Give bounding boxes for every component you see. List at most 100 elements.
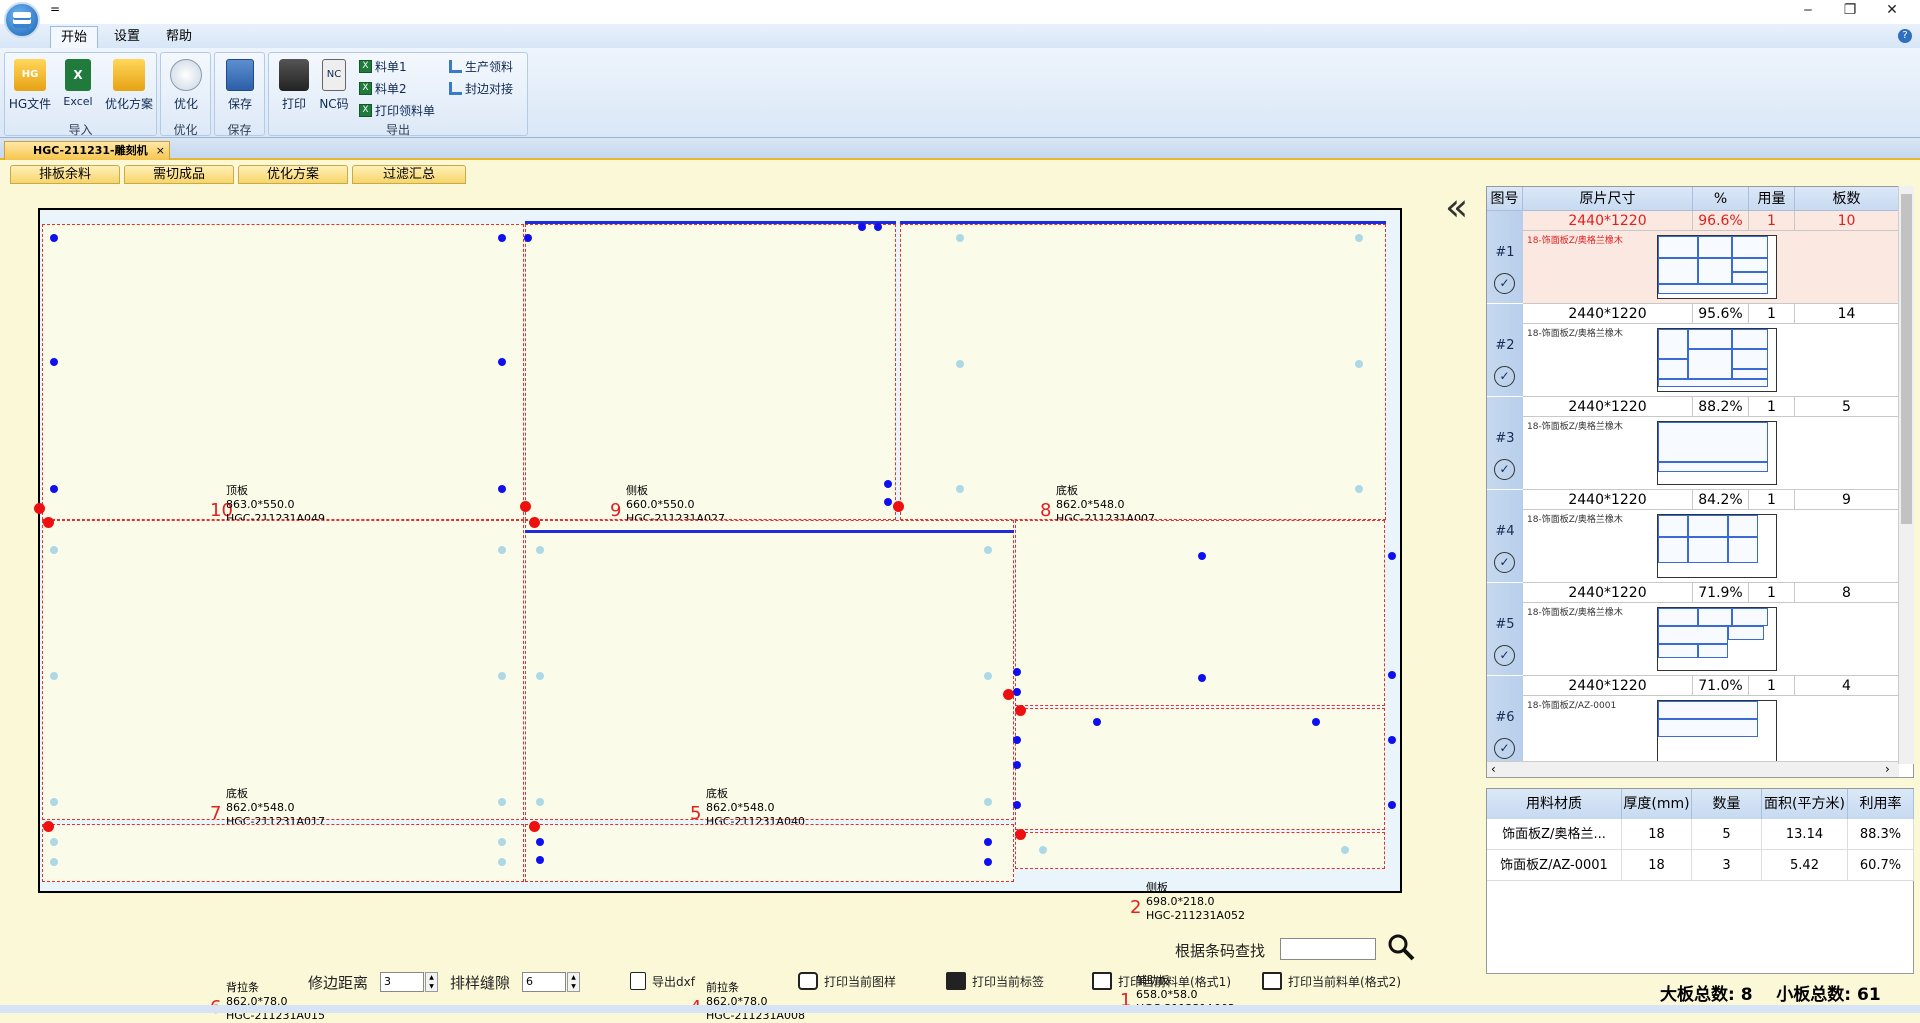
sheet-count-cell[interactable]: 14 xyxy=(1795,304,1899,324)
tab-start[interactable]: 开始 xyxy=(50,26,98,48)
scroll-left-icon[interactable]: ‹ xyxy=(1491,762,1496,776)
sheet-detail-row[interactable]: 18-饰面板Z/奥格兰橡木 xyxy=(1523,231,1899,304)
tab-plan[interactable]: 优化方案 xyxy=(238,165,348,184)
sheet-detail-row[interactable]: 18-饰面板Z/奥格兰橡木 xyxy=(1523,603,1899,676)
row-id-cell[interactable]: #2 ✓ xyxy=(1487,304,1523,397)
board-piece[interactable] xyxy=(525,520,1014,820)
plan-button[interactable]: 优化方案 xyxy=(101,57,157,117)
sheet-use-cell[interactable]: 1 xyxy=(1749,676,1795,696)
sheet-size-cell[interactable]: 2440*1220 xyxy=(1523,583,1693,603)
board-piece[interactable] xyxy=(42,520,524,820)
print-label-button[interactable]: 打印当前标签 xyxy=(946,972,1044,990)
check-circle-icon[interactable]: ✓ xyxy=(1494,366,1515,387)
horizontal-scrollbar[interactable]: ‹ › xyxy=(1487,761,1899,777)
sheet-thumbnail[interactable] xyxy=(1657,421,1777,485)
sheet-pct-cell[interactable]: 84.2% xyxy=(1693,490,1749,510)
board-piece[interactable] xyxy=(900,224,1386,520)
row-id-cell[interactable]: #1 ✓ xyxy=(1487,211,1523,304)
vertical-scrollbar[interactable] xyxy=(1898,186,1914,764)
col-header-count[interactable]: 板数 xyxy=(1795,187,1899,211)
board-piece[interactable] xyxy=(525,824,1014,882)
export-dxf-button[interactable]: 导出dxf xyxy=(630,972,695,990)
barcode-search-input[interactable] xyxy=(1280,938,1376,960)
sheet-count-cell[interactable]: 10 xyxy=(1795,211,1899,231)
print-list1-button[interactable]: 打印当前料单(格式1) xyxy=(1092,972,1231,990)
sheet-thumbnail[interactable] xyxy=(1657,514,1777,578)
close-tab-icon[interactable]: × xyxy=(156,142,165,160)
document-tab[interactable]: HGC-211231-雕刻机 × xyxy=(4,141,170,160)
prod-pick-button[interactable]: 生产领料 xyxy=(449,57,513,75)
save-button[interactable]: 保存 xyxy=(218,57,262,117)
scroll-thumb[interactable] xyxy=(1901,194,1912,524)
sheet-thumbnail[interactable] xyxy=(1657,235,1777,299)
sheet-pct-cell[interactable]: 71.9% xyxy=(1693,583,1749,603)
print-button[interactable]: 打印 xyxy=(272,57,316,117)
col-header-id[interactable]: 图号 xyxy=(1487,187,1523,211)
scroll-right-icon[interactable]: › xyxy=(1885,762,1890,776)
print-drawing-button[interactable]: 打印当前图样 xyxy=(798,972,896,990)
sheet-use-cell[interactable]: 1 xyxy=(1749,397,1795,417)
sheet-thumbnail[interactable] xyxy=(1657,328,1777,392)
board-piece[interactable] xyxy=(525,224,896,520)
collapse-panel-icon[interactable]: « xyxy=(1445,188,1469,226)
board-piece[interactable] xyxy=(1015,708,1385,830)
print-list2-button[interactable]: 打印当前料单(格式2) xyxy=(1262,972,1401,990)
sheet-detail-row[interactable]: 18-饰面板Z/奥格兰橡木 xyxy=(1523,417,1899,490)
trim-spin-buttons[interactable]: ▲ ▼ xyxy=(425,972,438,992)
search-icon[interactable] xyxy=(1386,932,1416,962)
check-circle-icon[interactable]: ✓ xyxy=(1494,645,1515,666)
sheet-count-cell[interactable]: 5 xyxy=(1795,397,1899,417)
sheet-pct-cell[interactable]: 71.0% xyxy=(1693,676,1749,696)
print-pick-button[interactable]: X 打印领料单 xyxy=(359,101,435,119)
board-piece[interactable] xyxy=(42,224,524,520)
tab-cut-products[interactable]: 需切成品 xyxy=(124,165,234,184)
col-header-percent[interactable]: % xyxy=(1693,187,1749,211)
list2-button[interactable]: X 料单2 xyxy=(359,79,407,97)
optimize-button[interactable]: 优化 xyxy=(164,57,208,117)
close-window-button[interactable]: ✕ xyxy=(1872,0,1912,22)
sheet-count-cell[interactable]: 9 xyxy=(1795,490,1899,510)
sheet-thumbnail[interactable] xyxy=(1657,607,1777,671)
col-header-size[interactable]: 原片尺寸 xyxy=(1523,187,1693,211)
hg-file-button[interactable]: HG HG文件 xyxy=(8,57,52,117)
restore-button[interactable]: ❐ xyxy=(1830,0,1870,22)
check-circle-icon[interactable]: ✓ xyxy=(1494,459,1515,480)
edge-join-button[interactable]: 封边对接 xyxy=(449,79,513,97)
sheet-detail-row[interactable]: 18-饰面板Z/奥格兰橡木 xyxy=(1523,510,1899,583)
sheet-detail-row[interactable]: 18-饰面板Z/AZ-0001 xyxy=(1523,696,1899,769)
help-icon[interactable]: ? xyxy=(1898,29,1912,43)
sheet-detail-row[interactable]: 18-饰面板Z/奥格兰橡木 xyxy=(1523,324,1899,397)
gap-spin-buttons[interactable]: ▲ ▼ xyxy=(567,972,580,992)
sheet-use-cell[interactable]: 1 xyxy=(1749,583,1795,603)
trim-distance-input[interactable]: 3 xyxy=(380,972,424,992)
nc-button[interactable]: NC NC码 xyxy=(315,57,353,117)
tab-settings[interactable]: 设置 xyxy=(104,26,150,48)
row-id-cell[interactable]: #5 ✓ xyxy=(1487,583,1523,676)
board-piece[interactable] xyxy=(1015,832,1385,869)
quick-access-icon[interactable]: = xyxy=(50,2,60,16)
sheet-count-cell[interactable]: 8 xyxy=(1795,583,1899,603)
row-id-cell[interactable]: #3 ✓ xyxy=(1487,397,1523,490)
excel-button[interactable]: X Excel xyxy=(58,57,98,117)
col-header-usage[interactable]: 用量 xyxy=(1749,187,1795,211)
check-circle-icon[interactable]: ✓ xyxy=(1494,552,1515,573)
list1-button[interactable]: X 料单1 xyxy=(359,57,407,75)
sheet-pct-cell[interactable]: 95.6% xyxy=(1693,304,1749,324)
sheet-thumbnail[interactable] xyxy=(1657,700,1777,764)
check-circle-icon[interactable]: ✓ xyxy=(1494,273,1515,294)
tab-help[interactable]: 帮助 xyxy=(156,26,202,48)
sheet-size-cell[interactable]: 2440*1220 xyxy=(1523,304,1693,324)
check-circle-icon[interactable]: ✓ xyxy=(1494,738,1515,759)
tab-remnant[interactable]: 排板余料 xyxy=(10,165,120,184)
row-id-cell[interactable]: #6 ✓ xyxy=(1487,676,1523,769)
sheet-size-cell[interactable]: 2440*1220 xyxy=(1523,676,1693,696)
board-piece[interactable] xyxy=(42,824,524,882)
sheet-use-cell[interactable]: 1 xyxy=(1749,490,1795,510)
sheet-size-cell[interactable]: 2440*1220 xyxy=(1523,397,1693,417)
sheet-size-cell[interactable]: 2440*1220 xyxy=(1523,211,1693,231)
sheet-use-cell[interactable]: 1 xyxy=(1749,211,1795,231)
sheet-use-cell[interactable]: 1 xyxy=(1749,304,1795,324)
sheet-count-cell[interactable]: 4 xyxy=(1795,676,1899,696)
minimize-button[interactable]: ‒ xyxy=(1788,0,1828,22)
app-menu-icon[interactable] xyxy=(4,2,40,38)
